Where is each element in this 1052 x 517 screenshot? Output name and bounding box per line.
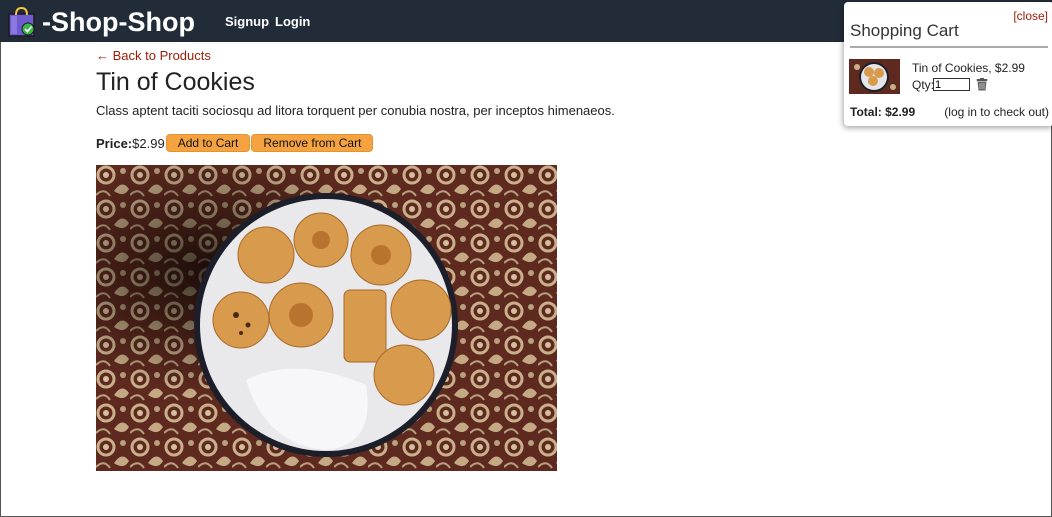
nav-login-link[interactable]: Login [275,14,310,29]
cart-total: Total: $2.99 [850,105,916,119]
cart-checkout-note: (log in to check out) [944,105,1049,119]
cart-qty-label: Qty: [912,78,935,92]
trash-icon[interactable] [976,78,988,91]
shopping-bag-icon [8,7,35,37]
product-title: Tin of Cookies [96,68,255,96]
brand-name[interactable]: -Shop-Shop [42,7,195,38]
cart-title: Shopping Cart [850,21,959,40]
cart-qty-input[interactable] [933,78,970,91]
price-row: Price: $2.99 Add to Cart Remove from Car… [96,134,374,152]
product-image [96,165,557,471]
nav-signup-link[interactable]: Signup [225,14,269,29]
add-to-cart-button[interactable]: Add to Cart [165,134,251,152]
price-value: $2.99 [132,135,165,151]
back-to-products-link[interactable]: ← Back to Products [96,48,211,63]
remove-from-cart-button[interactable]: Remove from Cart [251,134,374,152]
product-description: Class aptent taciti sociosqu ad litora t… [96,103,615,118]
cart-item-name: Tin of Cookies, $2.99 [912,61,1025,75]
price-label: Price: [96,135,133,151]
cart-item-thumbnail [849,59,900,94]
cart-close-link[interactable]: [close] [1013,9,1048,23]
brand-link[interactable]: -Shop-Shop [8,5,195,39]
shopping-cart-panel: [close] Shopping Cart Tin of Cookies, $2… [844,2,1052,126]
cart-divider [850,46,1048,48]
